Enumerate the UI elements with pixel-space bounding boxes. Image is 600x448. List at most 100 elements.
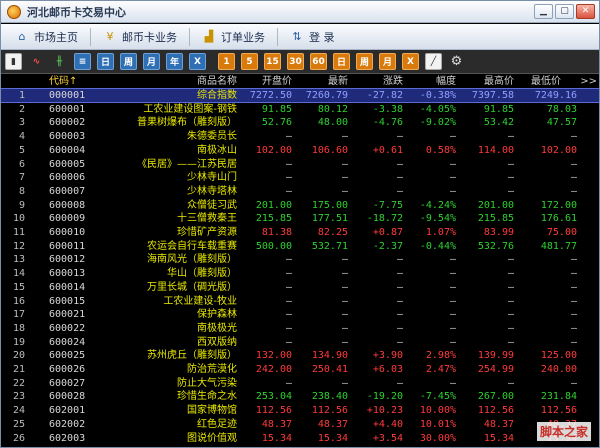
- row-low: —: [570, 185, 577, 197]
- row-pct: —: [449, 158, 456, 170]
- month-k-icon[interactable]: 月: [379, 53, 396, 70]
- row-code: 600015: [49, 295, 86, 307]
- table-row[interactable]: 17 600021 保护森林 — — — — — —: [1, 308, 599, 321]
- table-row[interactable]: 7 600006 少林寺山门 — — — — — —: [1, 171, 599, 184]
- row-last: 48.00: [317, 117, 348, 129]
- table-row[interactable]: 8 600007 少林寺塔林 — — — — — —: [1, 185, 599, 198]
- row-low: 172.00: [540, 199, 577, 211]
- table-row[interactable]: 11 600010 珍惜矿产资源 81.38 82.25 +0.87 1.07% 83.99 7…: [1, 226, 599, 239]
- row-open: 52.76: [261, 117, 292, 129]
- list-icon[interactable]: ≡: [74, 53, 91, 70]
- row-index: 20: [12, 350, 25, 362]
- table-row[interactable]: 14 600013 华山（雕刻版） — — — — — —: [1, 267, 599, 280]
- row-pct: -0.38%: [419, 90, 456, 101]
- row-open: 7272.50: [249, 90, 292, 101]
- table-row[interactable]: 26602003图说价值观15.3415.34+3.5430.00%15.341…: [1, 432, 599, 445]
- table-row[interactable]: 15 600014 万里长城（碉光版） — — — — — —: [1, 281, 599, 294]
- row-last: 82.25: [317, 227, 348, 238]
- row-open: —: [285, 172, 292, 184]
- x2-icon[interactable]: X: [402, 53, 419, 70]
- row-code: 602002: [49, 418, 86, 430]
- month-icon[interactable]: 月: [143, 53, 160, 70]
- min1-icon[interactable]: 1: [218, 53, 235, 70]
- table-row[interactable]: 10 600009 十三僧救秦王 215.85 177.51 -18.72 -9.54% 21…: [1, 212, 599, 225]
- row-high: 114.00: [477, 144, 514, 156]
- bar-chart-icon[interactable]: ▮: [5, 53, 22, 70]
- header-pct[interactable]: 幅度: [406, 74, 456, 89]
- table-row[interactable]: 18 600022 南极极光 — — — — — —: [1, 322, 599, 335]
- row-name: 万里长城（碉光版）: [147, 281, 237, 293]
- week-k-icon[interactable]: 周: [356, 53, 373, 70]
- row-code: 600024: [49, 336, 86, 348]
- header-last[interactable]: 最新: [297, 74, 348, 89]
- gear-icon[interactable]: ⚙: [448, 53, 465, 70]
- table-row[interactable]: 23 600028 珍惜生命之水 253.04 238.40 -19.20 -7.45% 26…: [1, 390, 599, 403]
- header-open[interactable]: 开盘价: [237, 74, 292, 89]
- row-change: -7.75: [372, 199, 403, 211]
- header-low[interactable]: 最低价: [511, 74, 561, 89]
- table-row[interactable]: 6 600005 《民居》——江苏民居 — — — — — —: [1, 158, 599, 171]
- table-row[interactable]: 16 600015 工农业建设-牧业 — — — — — —: [1, 295, 599, 308]
- kline-icon[interactable]: ╫: [51, 53, 68, 70]
- row-index: 3: [18, 117, 25, 129]
- chart-toolbar: ▮ ∿ ╫ ≡ 日周月年 X 1 5 15 30 60 日周月 X ╱ ⚙: [1, 50, 599, 74]
- row-change: —: [396, 268, 403, 280]
- row-change: —: [396, 322, 403, 334]
- row-index: 11: [12, 227, 25, 238]
- line-chart-icon[interactable]: ∿: [28, 53, 45, 70]
- table-row[interactable]: 25602002红色足迹48.3748.37+4.4010.01%48.3748…: [1, 418, 599, 431]
- menu-item-0[interactable]: ⌂ 市场主页: [7, 26, 86, 48]
- table-row[interactable]: 19 600024 西双版纳 — — — — — —: [1, 336, 599, 349]
- table-row[interactable]: 22 600027 防止大气污染 — — — — — —: [1, 377, 599, 390]
- row-index: 22: [12, 377, 25, 389]
- menu-item-2[interactable]: ▟ 订单业务: [194, 26, 273, 48]
- row-last: —: [341, 254, 348, 266]
- table-row[interactable]: 4 600003 朱德委员长 — — — — — —: [1, 130, 599, 143]
- min60-icon[interactable]: 60: [310, 53, 327, 70]
- row-pct: —: [449, 309, 456, 321]
- x-icon[interactable]: X: [189, 53, 206, 70]
- table-row[interactable]: 1 000001 综合指数 7272.50 7260.79 -27.82 -0.38% 739…: [1, 88, 599, 103]
- min30-icon[interactable]: 30: [287, 53, 304, 70]
- table-row[interactable]: 12 600011 农运会自行车载重赛 500.00 532.71 -2.37 -0.44%…: [1, 240, 599, 253]
- close-button[interactable]: ✕: [576, 4, 595, 19]
- row-index: 17: [12, 309, 25, 321]
- table-row[interactable]: 24 602001 国家博物馆 112.56 112.56 +10.23 10.00% 112…: [1, 404, 599, 417]
- draw-icon[interactable]: ╱: [425, 53, 442, 70]
- row-low: 176.61: [540, 213, 577, 225]
- table-row[interactable]: 2 600001 工农业建设图案-钢铁 91.85 80.12 -3.38 -4.05% 91…: [1, 103, 599, 116]
- table-row[interactable]: 21 600026 防治荒漠化 242.00 250.41 +6.03 2.47% 254.9…: [1, 363, 599, 376]
- header-name[interactable]: 商品名称: [113, 74, 237, 89]
- table-row[interactable]: 13 600012 海南风光（雕刻版） — — — — — —: [1, 253, 599, 266]
- home-icon: ⌂: [18, 30, 26, 43]
- year-icon[interactable]: 年: [166, 53, 183, 70]
- table-row[interactable]: 3 600002 普果树爆布（雕刻版） 52.76 48.00 -4.76 -9.02% 53…: [1, 116, 599, 129]
- scroll-columns-button[interactable]: >>: [557, 74, 597, 89]
- row-change: +3.54: [372, 432, 403, 444]
- table-row[interactable]: 5 600004 南极冰山 102.00 106.60 +0.61 0.58% 114.00 1…: [1, 144, 599, 157]
- day-k-icon[interactable]: 日: [333, 53, 350, 70]
- week-icon[interactable]: 周: [120, 53, 137, 70]
- row-pct: —: [449, 322, 456, 334]
- row-open: —: [285, 322, 292, 334]
- menu-item-3[interactable]: ⇅ 登 录: [282, 26, 343, 48]
- row-code: 600026: [49, 364, 86, 375]
- header-change[interactable]: 涨跌: [351, 74, 403, 89]
- day-icon[interactable]: 日: [97, 53, 114, 70]
- header-high[interactable]: 最高价: [458, 74, 514, 89]
- row-index: 2: [18, 103, 25, 115]
- row-name: 普果树爆布（雕刻版）: [137, 117, 237, 129]
- table-row[interactable]: 9 600008 众僧徒习武 201.00 175.00 -7.75 -4.24% 201.0…: [1, 199, 599, 212]
- row-high: 139.99: [477, 350, 514, 362]
- row-name: 少林寺塔林: [187, 185, 237, 197]
- min5-icon[interactable]: 5: [241, 53, 258, 70]
- header-code[interactable]: 代码↑: [49, 74, 109, 89]
- maximize-button[interactable]: ▢: [555, 4, 574, 19]
- table-row[interactable]: 20 600025 苏州虎丘（雕刻版） 132.00 134.90 +3.90 2.98% 1…: [1, 349, 599, 362]
- row-open: —: [285, 254, 292, 266]
- row-index: 25: [12, 418, 25, 430]
- min15-icon[interactable]: 15: [264, 53, 281, 70]
- minimize-button[interactable]: ▁: [534, 4, 553, 19]
- menu-item-1[interactable]: ¥ 邮币卡业务: [95, 26, 185, 48]
- row-change: -18.72: [366, 213, 403, 225]
